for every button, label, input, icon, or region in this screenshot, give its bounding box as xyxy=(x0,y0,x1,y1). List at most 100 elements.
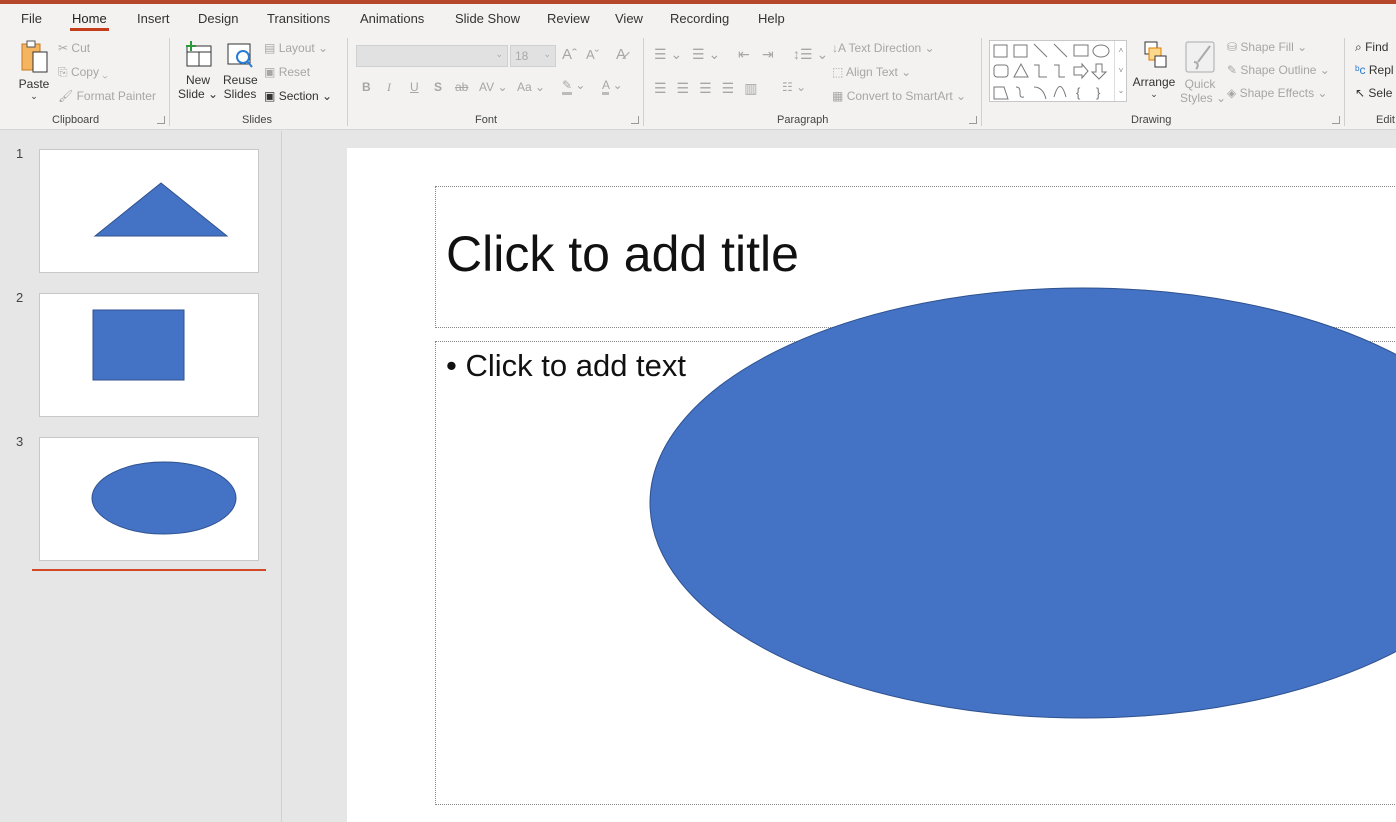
shadow-button[interactable]: S xyxy=(434,80,442,94)
paragraph-group-label: Paragraph xyxy=(777,114,829,126)
decrease-indent-icon[interactable]: ⇤ xyxy=(738,46,750,63)
shrink-font-button[interactable]: Aˇ xyxy=(586,47,599,62)
strikethrough-button[interactable]: ab xyxy=(455,80,468,94)
paragraph-dialog-launcher[interactable] xyxy=(969,116,977,124)
clipboard-icon xyxy=(21,40,48,73)
tab-home[interactable]: Home xyxy=(70,11,109,31)
pen-icon: ✎ xyxy=(1227,63,1238,77)
slide-thumbnail-1[interactable] xyxy=(39,149,259,273)
tab-transitions[interactable]: Transitions xyxy=(267,11,330,26)
slide-thumbnail-2[interactable] xyxy=(39,293,259,417)
alignment-buttons[interactable]: ☰☰☰☰▥ xyxy=(654,80,767,97)
font-dialog-launcher[interactable] xyxy=(631,116,639,124)
reset-icon: ▣ xyxy=(264,65,276,79)
drawing-dialog-launcher[interactable] xyxy=(1332,116,1340,124)
triangle-shape xyxy=(93,182,229,237)
align-text-icon: ⬚ xyxy=(832,65,844,79)
line-spacing-icon: ↕☰ xyxy=(793,46,813,62)
tab-recording[interactable]: Recording xyxy=(670,11,729,26)
quick-styles-button[interactable]: Quick Styles ⌄ xyxy=(1180,40,1226,105)
underline-button[interactable]: U xyxy=(410,80,419,94)
tab-help[interactable]: Help xyxy=(758,11,785,26)
grow-font-button[interactable]: Aˆ xyxy=(562,46,577,63)
tab-design[interactable]: Design xyxy=(198,11,238,26)
slide-thumbnail-3[interactable] xyxy=(39,437,259,561)
line-spacing-button[interactable]: ↕☰ ⌄ xyxy=(793,46,828,63)
reuse-slides-icon xyxy=(227,43,253,68)
divider xyxy=(1344,38,1345,126)
format-painter-button[interactable]: 🖌 Format Painter xyxy=(58,89,156,103)
replace-icon: ᵇc xyxy=(1355,63,1366,77)
shapes-gallery[interactable]: {} ˄ ˅ ⌄ xyxy=(989,40,1127,102)
svg-text:{: { xyxy=(1076,85,1081,100)
new-slide-button[interactable]: New Slide ⌄ xyxy=(178,40,218,101)
find-button[interactable]: ⌕ Find xyxy=(1355,40,1388,55)
quick-styles-icon xyxy=(1185,41,1215,73)
slide-number: 1 xyxy=(16,146,24,161)
font-name-combo[interactable]: ⌄ xyxy=(356,45,508,67)
arrange-button[interactable]: Arrange ⌄ xyxy=(1132,40,1176,100)
tab-file[interactable]: File xyxy=(21,11,42,26)
new-slide-icon xyxy=(186,41,212,67)
font-group-label: Font xyxy=(475,114,498,126)
increase-indent-icon[interactable]: ⇥ xyxy=(762,46,774,63)
paste-button[interactable]: Paste ⌄ xyxy=(18,40,50,112)
cut-button[interactable]: ✂ Cut xyxy=(58,41,90,55)
reuse-slides-button[interactable]: Reuse Slides xyxy=(223,40,258,101)
ellipse-shape[interactable] xyxy=(347,148,1396,822)
text-direction-icon: ↓A xyxy=(832,41,846,55)
bold-button[interactable]: B xyxy=(362,80,371,94)
select-button[interactable]: ↖ Sele xyxy=(1355,86,1392,100)
divider xyxy=(347,38,348,126)
bullets-button[interactable]: ☰ ⌄ xyxy=(654,46,682,63)
gallery-scroll[interactable]: ˄ ˅ ⌄ xyxy=(1114,41,1127,101)
divider xyxy=(981,38,982,126)
svg-text:}: } xyxy=(1096,85,1101,100)
slide-number: 2 xyxy=(16,290,24,305)
ribbon-tabs: File Home Insert Design Transitions Anim… xyxy=(0,4,1396,34)
clipboard-dialog-launcher[interactable] xyxy=(157,116,165,124)
section-icon: ▣ xyxy=(264,89,276,103)
shape-effects-icon: ◈ xyxy=(1227,86,1237,100)
shape-outline-button[interactable]: ✎ Shape Outline ⌄ xyxy=(1227,63,1330,77)
editing-group-label: Edit xyxy=(1376,114,1395,126)
shapes-gallery-icons: {} xyxy=(993,43,1110,100)
rectangle-shape xyxy=(92,309,185,381)
change-case-button[interactable]: Aa ⌄ xyxy=(517,80,545,94)
ellipse-shape xyxy=(91,461,237,535)
text-direction-button[interactable]: ↓A Text Direction ⌄ xyxy=(832,41,935,55)
font-color-button[interactable]: A ⌄ xyxy=(602,78,623,95)
numbering-button[interactable]: ☰ ⌄ xyxy=(692,46,720,63)
divider xyxy=(169,38,170,126)
font-size-combo[interactable]: 18 ⌄ xyxy=(510,45,556,67)
section-button[interactable]: ▣ Section ⌄ xyxy=(264,89,332,103)
divider xyxy=(643,38,644,126)
tab-slide-show[interactable]: Slide Show xyxy=(455,11,520,26)
bullets-icon: ☰ xyxy=(654,46,667,62)
ribbon: Paste ⌄ ✂ Cut ⎘ Copy ⌄ 🖌 Format Painter C… xyxy=(0,34,1396,130)
replace-button[interactable]: ᵇc Repl xyxy=(1355,63,1394,77)
tab-view[interactable]: View xyxy=(615,11,643,26)
shape-effects-button[interactable]: ◈ Shape Effects ⌄ xyxy=(1227,86,1327,100)
insertion-marker xyxy=(32,569,266,571)
layout-icon: ▤ xyxy=(264,41,276,55)
paint-bucket-icon: ⛁ xyxy=(1227,40,1238,54)
clear-formatting-icon[interactable]: A̷ xyxy=(616,46,626,63)
character-spacing-button[interactable]: AV ⌄ xyxy=(479,80,508,94)
convert-smartart-button[interactable]: ▦ Convert to SmartArt ⌄ xyxy=(832,89,966,103)
slides-group-label: Slides xyxy=(242,114,272,126)
tab-animations[interactable]: Animations xyxy=(360,11,424,26)
copy-icon: ⎘ xyxy=(58,65,68,79)
tab-insert[interactable]: Insert xyxy=(137,11,170,26)
shape-fill-button[interactable]: ⛁ Shape Fill ⌄ xyxy=(1227,40,1307,54)
copy-button[interactable]: ⎘ Copy ⌄ xyxy=(58,65,108,80)
tab-review[interactable]: Review xyxy=(547,11,590,26)
reset-button[interactable]: ▣ Reset xyxy=(264,65,310,79)
align-text-button[interactable]: ⬚ Align Text ⌄ xyxy=(832,65,911,79)
slide-canvas[interactable]: Click to add title • Click to add text xyxy=(347,148,1396,822)
layout-button[interactable]: ▤ Layout ⌄ xyxy=(264,41,328,55)
columns-button[interactable]: ☷ ⌄ xyxy=(782,80,806,94)
highlight-color-button[interactable]: ✎ ⌄ xyxy=(562,78,585,95)
italic-button[interactable]: I xyxy=(387,80,391,95)
scissors-icon: ✂ xyxy=(58,41,69,55)
